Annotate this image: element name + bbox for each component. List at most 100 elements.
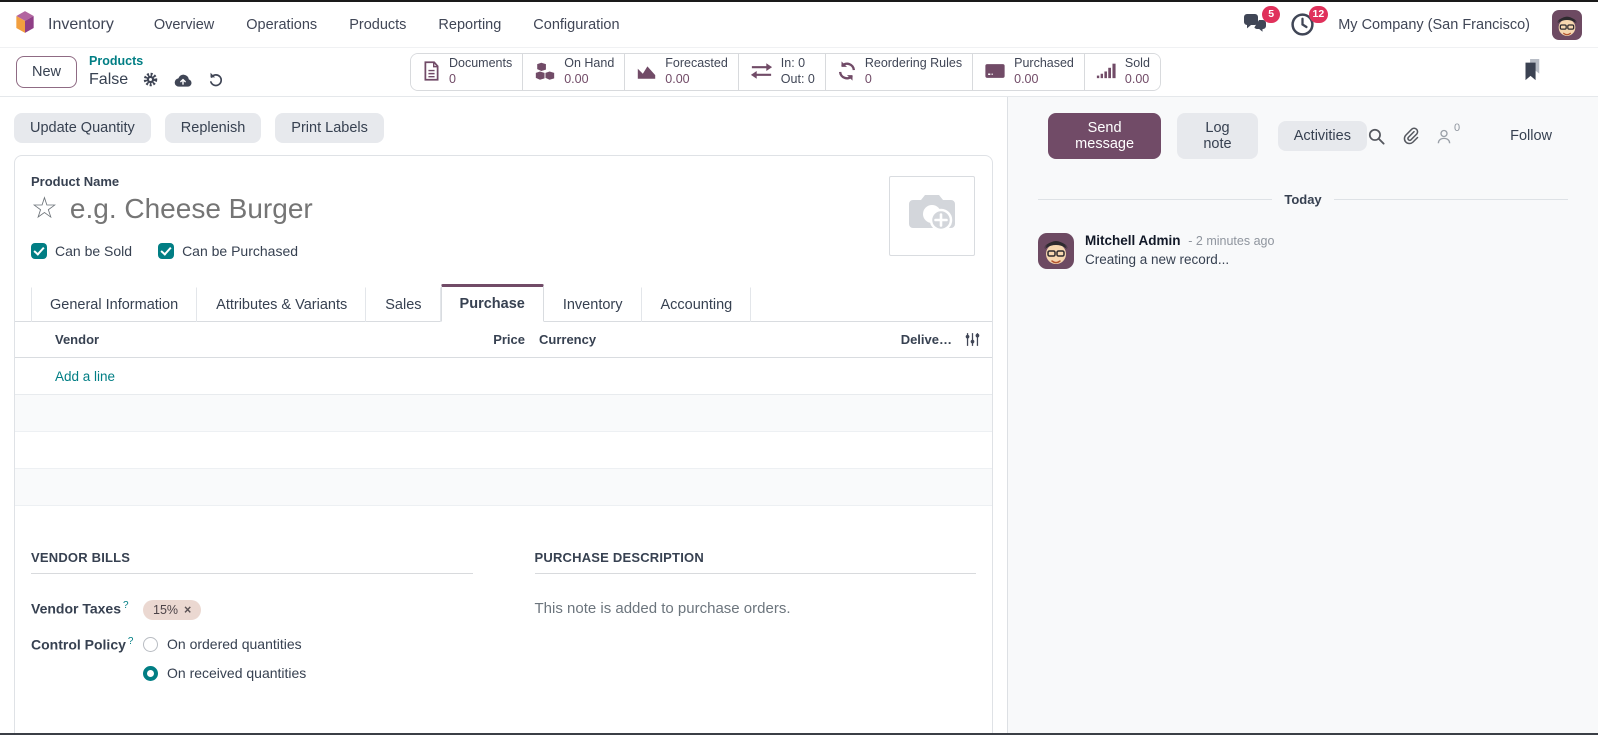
form-tabs: General Information Attributes & Variant… bbox=[15, 283, 992, 322]
date-divider: Today bbox=[1038, 192, 1568, 207]
print-labels-button[interactable]: Print Labels bbox=[275, 113, 384, 143]
product-image-upload[interactable] bbox=[889, 176, 975, 256]
radio-on-received[interactable]: On received quantities bbox=[143, 665, 306, 681]
update-quantity-button[interactable]: Update Quantity bbox=[14, 113, 151, 143]
tab-attributes-variants[interactable]: Attributes & Variants bbox=[197, 287, 366, 322]
messages-badge: 5 bbox=[1262, 6, 1280, 23]
control-policy-label: Control Policy? bbox=[31, 636, 143, 653]
breadcrumb-products-link[interactable]: Products bbox=[89, 54, 224, 70]
messages-icon[interactable]: 5 bbox=[1242, 12, 1268, 38]
product-name-label: Product Name bbox=[31, 174, 976, 189]
followers-icon[interactable]: 0 bbox=[1435, 127, 1460, 146]
radio-unchecked-icon bbox=[143, 637, 158, 652]
checkbox-checked-icon bbox=[31, 243, 47, 259]
tab-purchase[interactable]: Purchase bbox=[441, 284, 544, 322]
vendor-bills-title: VENDOR BILLS bbox=[31, 550, 473, 574]
tab-sales[interactable]: Sales bbox=[366, 287, 440, 322]
table-row bbox=[15, 395, 992, 432]
camera-plus-icon bbox=[906, 192, 958, 241]
add-a-line-link[interactable]: Add a line bbox=[55, 369, 115, 384]
follow-button[interactable]: Follow bbox=[1510, 128, 1552, 144]
activities-button[interactable]: Activities bbox=[1278, 121, 1367, 151]
radio-on-ordered[interactable]: On ordered quantities bbox=[143, 636, 306, 652]
menu-overview[interactable]: Overview bbox=[142, 11, 226, 39]
breadcrumb: Products False bbox=[89, 54, 224, 90]
main-menu: Overview Operations Products Reporting C… bbox=[142, 11, 632, 39]
send-message-button[interactable]: Send message bbox=[1048, 113, 1161, 159]
message-body: Creating a new record... bbox=[1085, 252, 1274, 267]
systray: 5 12 My Company (San Francisco) bbox=[1242, 10, 1582, 40]
stat-button-reordering-rules[interactable]: Reordering Rules 0 bbox=[826, 54, 973, 90]
stat-button-group: Documents 0 On Hand 0.00 bbox=[410, 53, 1161, 91]
purchase-description-title: PURCHASE DESCRIPTION bbox=[535, 550, 977, 574]
new-button[interactable]: New bbox=[16, 56, 77, 88]
table-row bbox=[15, 432, 992, 469]
column-delivery: Delive… bbox=[872, 332, 952, 347]
message-author-avatar[interactable] bbox=[1038, 233, 1074, 269]
log-note-button[interactable]: Log note bbox=[1177, 113, 1258, 159]
refresh-icon bbox=[836, 60, 858, 85]
can-be-purchased-checkbox[interactable]: Can be Purchased bbox=[158, 243, 298, 259]
table-row bbox=[15, 469, 992, 506]
vendor-taxes-label: Vendor Taxes? bbox=[31, 600, 143, 617]
breadcrumb-record-name: False bbox=[89, 70, 128, 90]
chatter-message: Mitchell Admin - 2 minutes ago Creating … bbox=[1038, 233, 1568, 269]
can-be-sold-checkbox[interactable]: Can be Sold bbox=[31, 243, 132, 259]
message-author[interactable]: Mitchell Admin bbox=[1085, 233, 1181, 248]
app-window: Inventory Overview Operations Products R… bbox=[0, 0, 1598, 735]
message-timestamp: - 2 minutes ago bbox=[1188, 234, 1274, 248]
radio-checked-icon bbox=[143, 666, 158, 681]
stat-button-purchased[interactable]: Purchased 0.00 bbox=[973, 54, 1085, 90]
gear-icon[interactable] bbox=[142, 71, 159, 88]
menu-operations[interactable]: Operations bbox=[234, 11, 329, 39]
area-chart-icon bbox=[635, 60, 658, 85]
user-avatar[interactable] bbox=[1552, 10, 1582, 40]
bookmark-icon[interactable] bbox=[1520, 57, 1542, 88]
chatter-toolbar: Send message Log note Activities bbox=[1008, 97, 1598, 159]
stat-button-in-out[interactable]: In: 0 Out: 0 bbox=[739, 54, 826, 90]
help-question-icon[interactable]: ? bbox=[128, 636, 134, 647]
tab-inventory[interactable]: Inventory bbox=[544, 287, 642, 322]
menu-products[interactable]: Products bbox=[337, 11, 418, 39]
product-name-input[interactable] bbox=[70, 193, 670, 225]
credit-card-icon bbox=[983, 60, 1007, 85]
company-switcher[interactable]: My Company (San Francisco) bbox=[1338, 17, 1530, 33]
activities-clock-icon[interactable]: 12 bbox=[1290, 12, 1316, 38]
menu-configuration[interactable]: Configuration bbox=[521, 11, 631, 39]
tab-accounting[interactable]: Accounting bbox=[642, 287, 752, 322]
form-sheet: Product Name ☆ Can be Sold Can be Purcha… bbox=[14, 155, 993, 733]
replenish-button[interactable]: Replenish bbox=[165, 113, 262, 143]
attachments-paperclip-icon[interactable] bbox=[1401, 126, 1420, 146]
file-text-icon bbox=[421, 60, 442, 85]
help-question-icon[interactable]: ? bbox=[123, 600, 129, 611]
cloud-save-icon[interactable] bbox=[173, 72, 193, 88]
cubes-icon bbox=[533, 60, 557, 85]
menu-reporting[interactable]: Reporting bbox=[426, 11, 513, 39]
form-action-row: Update Quantity Replenish Print Labels bbox=[0, 97, 1007, 155]
top-navbar: Inventory Overview Operations Products R… bbox=[0, 2, 1598, 48]
remove-tag-icon[interactable]: × bbox=[184, 603, 191, 617]
tab-general-information[interactable]: General Information bbox=[31, 287, 197, 322]
stat-button-documents[interactable]: Documents 0 bbox=[411, 54, 523, 90]
checkbox-checked-icon bbox=[158, 243, 174, 259]
activities-badge: 12 bbox=[1309, 6, 1329, 23]
stat-button-on-hand[interactable]: On Hand 0.00 bbox=[523, 54, 625, 90]
search-messages-icon[interactable] bbox=[1367, 127, 1386, 146]
stat-button-forecasted[interactable]: Forecasted 0.00 bbox=[625, 54, 739, 90]
column-price: Price bbox=[465, 332, 525, 347]
column-currency: Currency bbox=[539, 332, 689, 347]
favorite-star-icon[interactable]: ☆ bbox=[31, 194, 58, 224]
vendor-tax-tag[interactable]: 15% × bbox=[143, 600, 201, 620]
followers-count: 0 bbox=[1454, 122, 1460, 134]
app-switcher[interactable]: Inventory bbox=[12, 9, 114, 40]
app-name: Inventory bbox=[48, 16, 114, 34]
purchase-description-input[interactable]: This note is added to purchase orders. bbox=[535, 600, 977, 617]
stat-button-sold[interactable]: Sold 0.00 bbox=[1085, 54, 1160, 90]
transfer-arrows-icon bbox=[749, 60, 774, 85]
optional-columns-icon[interactable] bbox=[952, 331, 992, 348]
column-vendor: Vendor bbox=[55, 332, 465, 347]
discard-undo-icon[interactable] bbox=[207, 71, 224, 88]
form-pane: Update Quantity Replenish Print Labels P… bbox=[0, 97, 1007, 733]
vendor-table-header: Vendor Price Currency Delive… bbox=[15, 322, 992, 358]
control-policy-options: On ordered quantities On received quanti… bbox=[143, 636, 306, 681]
